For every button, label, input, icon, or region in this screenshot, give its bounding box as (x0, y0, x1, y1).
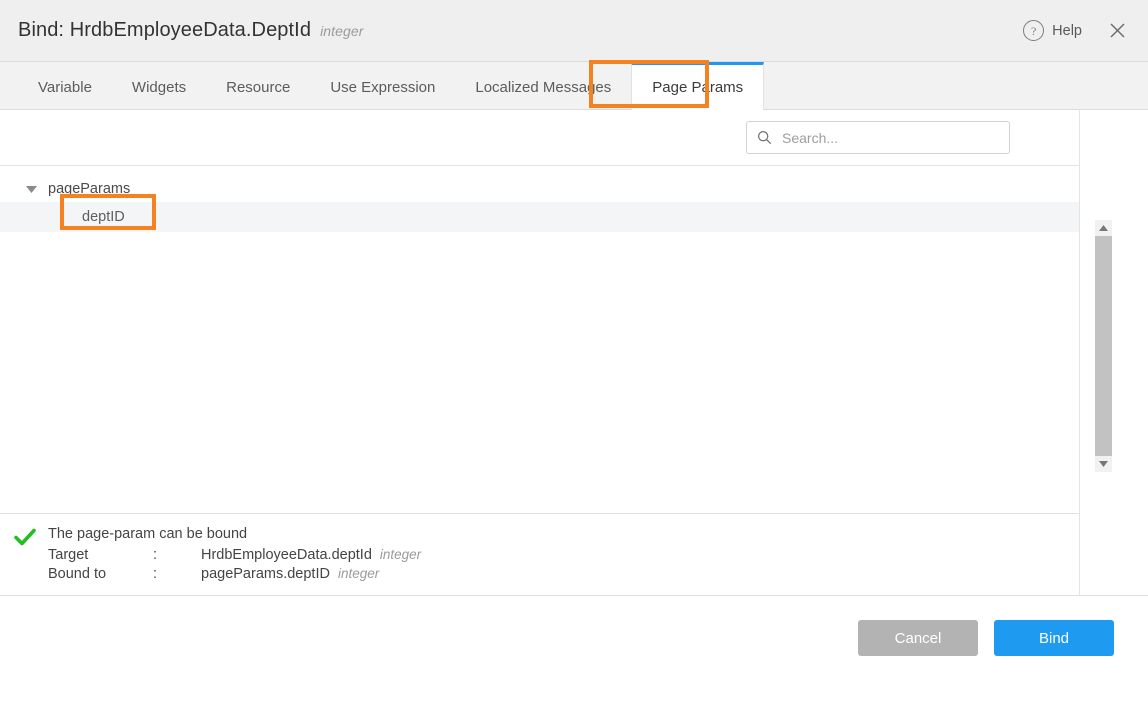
question-circle-icon: ? (1023, 20, 1044, 41)
tree-node-label: deptID (82, 209, 125, 225)
tab-bar: Variable Widgets Resource Use Expression… (0, 62, 1148, 110)
bind-button[interactable]: Bind (994, 620, 1114, 656)
dialog-header: Bind: HrdbEmployeeData.DeptId integer ? H… (0, 0, 1148, 62)
tab-variable[interactable]: Variable (18, 62, 112, 109)
tab-label: Use Expression (330, 79, 435, 96)
caret-up-icon (1099, 225, 1108, 231)
close-icon (1109, 22, 1126, 39)
status-row-value: pageParams.deptID (201, 566, 330, 582)
bind-dialog: Bind: HrdbEmployeeData.DeptId integer ? H… (0, 0, 1148, 717)
tab-localized-messages[interactable]: Localized Messages (455, 62, 631, 109)
scrollbar-up-button[interactable] (1095, 220, 1112, 236)
page-title: Bind: HrdbEmployeeData.DeptId integer (18, 19, 364, 42)
dialog-title-text: Bind: HrdbEmployeeData.DeptId (18, 19, 311, 41)
tree-node-pageparams[interactable]: pageParams (0, 176, 1079, 202)
tab-label: Widgets (132, 79, 186, 96)
help-label: Help (1052, 23, 1082, 39)
close-button[interactable] (1104, 18, 1130, 44)
tab-resource[interactable]: Resource (206, 62, 310, 109)
tab-widgets[interactable]: Widgets (112, 62, 206, 109)
status-row-colon: : (153, 547, 201, 563)
dialog-footer: Cancel Bind (0, 595, 1148, 717)
tree-node-deptid[interactable]: deptID (0, 202, 1079, 232)
status-row-label: Target (48, 547, 153, 563)
status-row-label: Bound to (48, 566, 153, 582)
caret-down-icon (1099, 461, 1108, 467)
tab-label: Localized Messages (475, 79, 611, 96)
tab-page-params[interactable]: Page Params (631, 62, 764, 110)
green-check-icon (14, 528, 36, 547)
tab-use-expression[interactable]: Use Expression (310, 62, 455, 109)
header-actions: ? Help (1023, 18, 1130, 44)
scrollbar-down-button[interactable] (1095, 456, 1112, 472)
status-message: The page-param can be bound (48, 526, 421, 542)
status-row-type: integer (338, 566, 379, 581)
page-params-tree: pageParams deptID (0, 166, 1079, 513)
status-lines: The page-param can be bound Target : Hrd… (48, 526, 421, 582)
dialog-title-type: integer (320, 23, 364, 39)
caret-down-icon[interactable] (24, 182, 38, 196)
vertical-scrollbar[interactable] (1095, 220, 1112, 472)
tab-label: Page Params (652, 79, 743, 96)
search-icon (757, 130, 772, 145)
status-row-type: integer (380, 547, 421, 562)
status-row-target: Target : HrdbEmployeeData.deptId integer (48, 547, 421, 563)
search-box[interactable] (746, 121, 1010, 154)
status-row-bound-to: Bound to : pageParams.deptID integer (48, 566, 421, 582)
tab-label: Resource (226, 79, 290, 96)
search-input[interactable] (780, 129, 999, 147)
tab-label: Variable (38, 79, 92, 96)
search-row (0, 110, 1079, 166)
page-params-panel: pageParams deptID The page-param can be … (0, 110, 1080, 595)
scrollbar-thumb[interactable] (1095, 236, 1112, 456)
cancel-button[interactable]: Cancel (858, 620, 978, 656)
binding-status: The page-param can be bound Target : Hrd… (0, 513, 1079, 595)
tree-node-label: pageParams (48, 181, 130, 197)
status-row-colon: : (153, 566, 201, 582)
status-row-value: HrdbEmployeeData.deptId (201, 547, 372, 563)
help-button[interactable]: ? Help (1023, 20, 1082, 41)
dialog-body: pageParams deptID The page-param can be … (0, 110, 1148, 595)
